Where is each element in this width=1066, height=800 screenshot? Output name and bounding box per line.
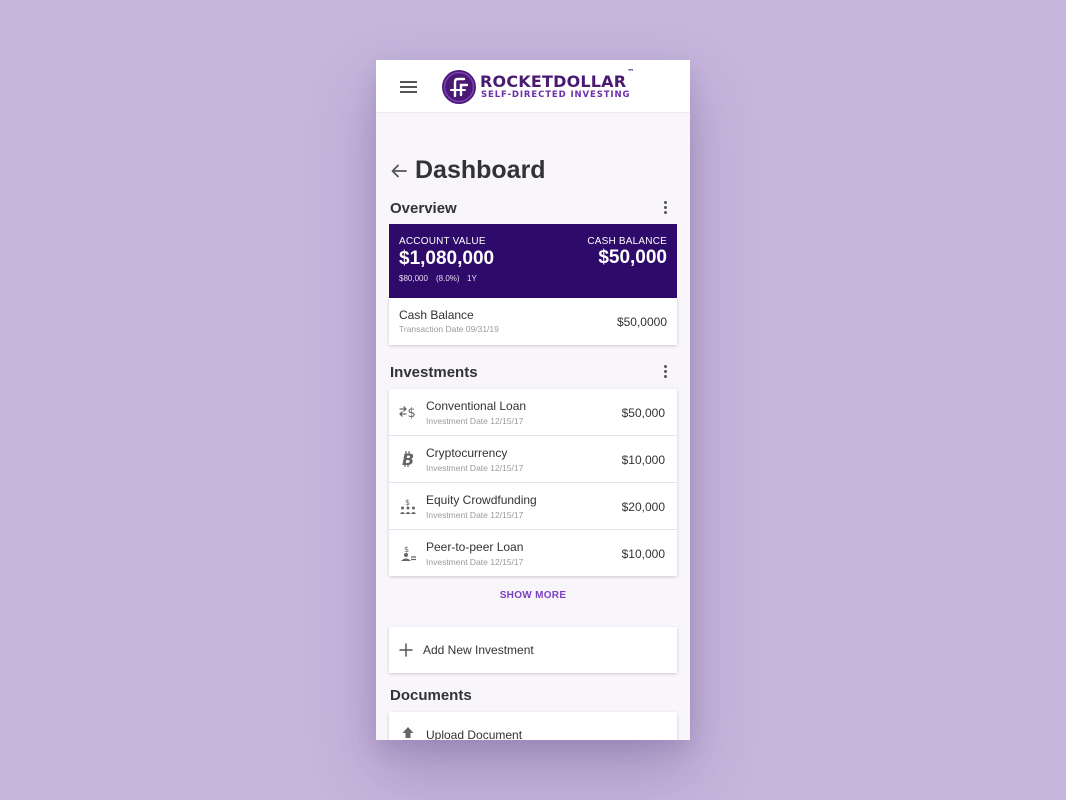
app-bar: ROCKETDOLLAR™ SELF-DIRECTED INVESTING bbox=[376, 60, 690, 113]
brand-name: ROCKETDOLLAR™ bbox=[480, 67, 635, 91]
brand-tagline: SELF-DIRECTED INVESTING bbox=[481, 90, 631, 100]
documents-section-title: Documents bbox=[390, 687, 472, 704]
add-investment-button[interactable]: Add New Investment bbox=[389, 627, 677, 673]
upload-document-label: Upload Document bbox=[426, 728, 523, 740]
period-label: 1Y bbox=[467, 274, 477, 283]
investment-row[interactable]: B Cryptocurrency Investment Date 12/15/1… bbox=[389, 436, 677, 483]
svg-text:$: $ bbox=[408, 406, 416, 421]
investment-row[interactable]: $ Peer-to-peer Loan Investment Date 12/1… bbox=[389, 530, 677, 577]
bitcoin-icon: B bbox=[402, 450, 414, 468]
investment-row[interactable]: $ Conventional Loan Investment Date 12/1… bbox=[389, 389, 677, 436]
investment-date: Investment Date 12/15/17 bbox=[426, 416, 524, 426]
account-value: $1,080,000 bbox=[399, 248, 495, 269]
investment-amount: $20,000 bbox=[621, 500, 665, 514]
mobile-app-frame: ROCKETDOLLAR™ SELF-DIRECTED INVESTING Da… bbox=[376, 60, 690, 740]
investment-title: Equity Crowdfunding bbox=[426, 493, 537, 507]
account-summary-card: ACCOUNT VALUE $1,080,000 $80,000 (8.0%) … bbox=[389, 224, 677, 298]
cash-balance-value: $50,000 bbox=[598, 247, 667, 268]
cash-balance-amount: $50,0000 bbox=[616, 315, 667, 329]
investment-amount: $50,000 bbox=[621, 406, 665, 420]
crowd-dollar-icon: $ bbox=[400, 498, 416, 514]
investments-section-title: Investments bbox=[390, 364, 478, 381]
rocketdollar-logo-icon bbox=[442, 70, 476, 104]
cash-balance-label: CASH BALANCE bbox=[587, 236, 667, 247]
account-value-label: ACCOUNT VALUE bbox=[399, 236, 486, 247]
show-more-button[interactable]: SHOW MORE bbox=[376, 590, 690, 601]
add-investment-label: Add New Investment bbox=[423, 643, 534, 657]
upload-document-button[interactable]: Upload Document bbox=[389, 712, 677, 740]
arrow-left-icon[interactable] bbox=[390, 162, 408, 180]
investment-title: Peer-to-peer Loan bbox=[426, 540, 524, 554]
plus-icon bbox=[399, 643, 413, 657]
investment-date: Investment Date 12/15/17 bbox=[426, 463, 524, 473]
overview-section-title: Overview bbox=[390, 200, 457, 217]
exchange-dollar-icon: $ bbox=[399, 406, 416, 421]
upload-arrow-icon bbox=[402, 727, 414, 738]
cash-balance-row[interactable]: Cash Balance Transaction Date 09/31/19 $… bbox=[389, 298, 677, 345]
investment-title: Conventional Loan bbox=[426, 399, 527, 413]
value-change-amount: $80,000 bbox=[399, 274, 428, 283]
hamburger-menu-icon[interactable] bbox=[400, 81, 417, 94]
value-change-percent: (8.0%) bbox=[436, 274, 460, 283]
investment-row[interactable]: $ Equity Crowdfunding Investment Date 12… bbox=[389, 483, 677, 530]
cash-balance-title: Cash Balance bbox=[399, 308, 474, 322]
investment-date: Investment Date 12/15/17 bbox=[426, 557, 524, 567]
person-dollar-icon: $ bbox=[401, 545, 416, 561]
svg-text:$: $ bbox=[405, 498, 410, 507]
investments-more-icon[interactable] bbox=[662, 364, 670, 380]
investment-title: Cryptocurrency bbox=[426, 446, 508, 460]
investment-date: Investment Date 12/15/17 bbox=[426, 510, 524, 520]
page-title: Dashboard bbox=[415, 156, 546, 184]
investments-list: $ Conventional Loan Investment Date 12/1… bbox=[389, 389, 677, 576]
svg-text:$: $ bbox=[404, 545, 409, 554]
overview-more-icon[interactable] bbox=[662, 200, 670, 216]
investment-amount: $10,000 bbox=[621, 453, 665, 467]
investment-amount: $10,000 bbox=[621, 547, 665, 561]
cash-transaction-date: Transaction Date 09/31/19 bbox=[399, 324, 499, 334]
